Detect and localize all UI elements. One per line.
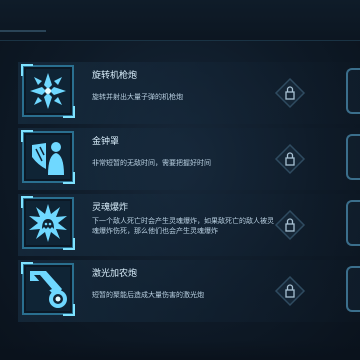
skill-action-button[interactable] bbox=[346, 68, 360, 114]
top-bar bbox=[0, 0, 360, 41]
spinning-machine-gun-icon bbox=[26, 69, 70, 113]
skill-icon-frame bbox=[21, 130, 75, 184]
lock-icon[interactable] bbox=[274, 77, 306, 109]
skill-name: 灵魂爆炸 bbox=[92, 203, 129, 213]
skill-description: 旋转并射出大量子弹的机枪炮 bbox=[92, 93, 183, 101]
golden-shield-icon bbox=[26, 135, 70, 179]
top-divider bbox=[0, 30, 46, 32]
skill-description: 短暂的聚能后造成大量伤害的激光炮 bbox=[92, 291, 204, 299]
skill-action-button[interactable] bbox=[346, 266, 360, 312]
skill-name: 激光加农炮 bbox=[92, 269, 138, 279]
skill-action-button[interactable] bbox=[346, 200, 360, 246]
skill-description: 下一个敌人死亡时会产生灵魂爆炸，如果敌死亡的敌人被灵魂爆炸伤死，那么他们也会产生… bbox=[92, 217, 274, 235]
soul-explosion-icon bbox=[26, 201, 70, 245]
skill-row[interactable]: 激光加农炮 短暂的聚能后造成大量伤害的激光炮 bbox=[18, 260, 360, 322]
laser-cannon-icon bbox=[26, 267, 70, 311]
skill-name: 旋转机枪炮 bbox=[92, 71, 138, 81]
lock-icon[interactable] bbox=[274, 143, 306, 175]
bottom-fade bbox=[0, 340, 360, 360]
skill-row[interactable]: 金钟罩 非常短暂的无敌时间，需要把握好时间 bbox=[18, 128, 360, 190]
lock-icon[interactable] bbox=[274, 275, 306, 307]
skill-icon-frame bbox=[21, 196, 75, 250]
skill-row[interactable]: 旋转机枪炮 旋转并射出大量子弹的机枪炮 bbox=[18, 62, 360, 124]
skill-row[interactable]: 灵魂爆炸 下一个敌人死亡时会产生灵魂爆炸，如果敌死亡的敌人被灵魂爆炸伤死，那么他… bbox=[18, 194, 360, 256]
skill-description: 非常短暂的无敌时间，需要把握好时间 bbox=[92, 159, 211, 167]
skill-icon-frame bbox=[21, 64, 75, 118]
skill-name: 金钟罩 bbox=[92, 137, 120, 147]
skill-action-button[interactable] bbox=[346, 134, 360, 180]
skill-icon-frame bbox=[21, 262, 75, 316]
lock-icon[interactable] bbox=[274, 209, 306, 241]
